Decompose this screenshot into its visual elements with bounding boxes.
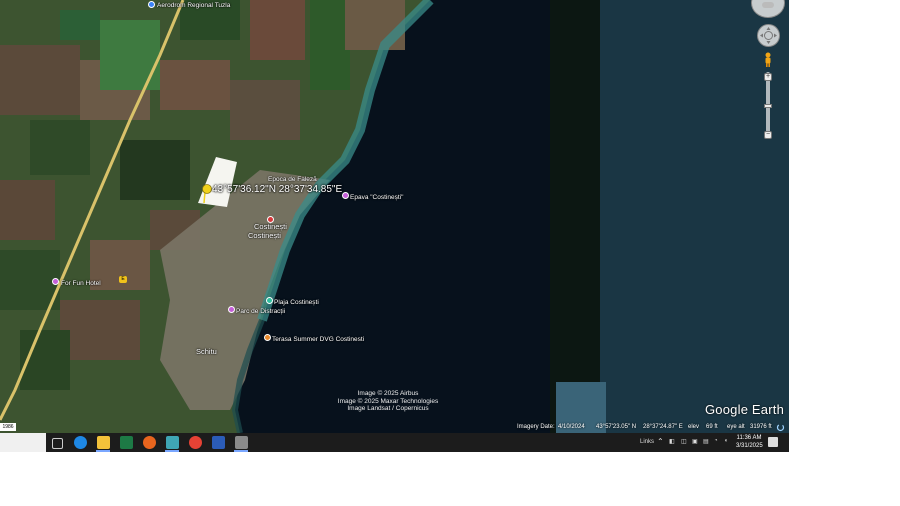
google-earth-icon[interactable] <box>235 436 248 449</box>
earth-map-view[interactable]: Aerodrom Regional Tuzla Epava "Costineșt… <box>0 0 789 433</box>
elevation-label: elev <box>688 424 700 430</box>
road-sign-icon: E <box>119 276 127 283</box>
active-app-indicator <box>234 450 248 452</box>
google-earth-logo: Google Earth <box>705 402 785 417</box>
zoom-out-button[interactable]: − <box>764 131 772 139</box>
look-joystick[interactable] <box>751 0 785 18</box>
zoom-slider-handle[interactable] <box>764 104 772 108</box>
label-costinesti-2[interactable]: Costinești <box>248 231 281 240</box>
street-view-pegman-icon[interactable] <box>763 52 773 68</box>
word-icon[interactable] <box>212 436 225 449</box>
label-plaja[interactable]: Plaja Costinești <box>274 299 319 306</box>
imagery-credits: Image © 2025 Airbus Image © 2025 Maxar T… <box>333 390 443 413</box>
beach-pin-icon[interactable] <box>266 297 273 304</box>
streaming-indicator-icon <box>776 423 785 432</box>
chrome-icon[interactable] <box>189 436 202 449</box>
wifi-icon[interactable]: ◔ <box>714 438 718 444</box>
volume-icon[interactable]: ◖ <box>724 438 728 444</box>
screen: Aerodrom Regional Tuzla Epava "Costineșt… <box>0 0 789 452</box>
move-joystick[interactable] <box>757 24 780 47</box>
label-costinesti-1[interactable]: Costinești <box>254 222 287 231</box>
satellite-imagery <box>0 0 789 433</box>
edge-icon[interactable] <box>74 436 87 449</box>
park-pin-icon[interactable] <box>228 306 235 313</box>
search-box[interactable] <box>0 433 46 452</box>
clock[interactable]: 11:36 AM 3/31/2025 <box>736 434 763 450</box>
elevation: 69 ft <box>706 424 718 430</box>
label-terasa[interactable]: Terasa Summer DVG Costinesti <box>272 336 364 343</box>
taskbar: Links ⌃ ◧ ◫ ▣ ▤ ◔ ◖ 11:36 AM 3/31/2025 <box>0 433 789 452</box>
notifications-icon[interactable] <box>768 437 778 447</box>
excel-icon[interactable] <box>120 436 133 449</box>
credit-line-2: Image © 2025 Maxar Technologies <box>337 397 439 405</box>
firefox-icon[interactable] <box>143 436 156 449</box>
longitude: 28°37'24.87" E <box>643 424 683 430</box>
links-toolbar[interactable]: Links <box>640 439 654 445</box>
label-aerodrom[interactable]: Aerodrom Regional Tuzla <box>157 2 230 9</box>
credit-line-3: Image Landsat / Copernicus <box>347 405 429 412</box>
label-forfun[interactable]: For Fun Hotel <box>61 280 101 287</box>
credit-line-1: Image © 2025 Airbus <box>357 390 419 397</box>
tray-icon-2[interactable]: ◫ <box>681 438 687 445</box>
status-bar: Imagery Date: 4/10/2024 43°57'23.05" N 2… <box>0 423 789 433</box>
label-parc[interactable]: Parc de Distracții <box>236 308 285 315</box>
latitude: 43°57'23.05" N <box>596 424 637 430</box>
restaurant-pin-icon[interactable] <box>264 334 271 341</box>
file-explorer-icon[interactable] <box>97 436 110 449</box>
zoom-in-button[interactable]: + <box>764 73 772 81</box>
clock-time: 11:36 AM <box>736 435 762 441</box>
label-epava[interactable]: Epava "Costinești" <box>350 194 403 201</box>
eye-altitude: 31976 ft <box>750 424 772 430</box>
tray-icon-1[interactable]: ◧ <box>669 438 675 445</box>
placemark-coordinates[interactable]: 43°57'36.12"N 28°37'34.85"E <box>212 184 342 195</box>
active-app-indicator <box>165 450 179 452</box>
poi-pin-icon[interactable] <box>342 192 349 199</box>
label-schitu[interactable]: Schitu <box>196 347 217 356</box>
eye-alt-label: eye alt <box>727 424 745 430</box>
imagery-date-label: Imagery Date: <box>517 424 555 430</box>
imagery-date: 4/10/2024 <box>558 424 585 430</box>
chevron-up-icon[interactable]: ⌃ <box>657 437 664 446</box>
active-app-indicator <box>96 450 110 452</box>
label-epoca[interactable]: Epoca de Faleză <box>268 176 317 183</box>
hotel-pin-icon[interactable] <box>52 278 59 285</box>
network-icon[interactable]: ▤ <box>703 438 709 445</box>
task-view-icon[interactable] <box>52 438 63 449</box>
move-arrows-icon <box>760 27 777 44</box>
clock-date: 3/31/2025 <box>736 443 763 449</box>
airport-pin-icon[interactable] <box>148 1 155 8</box>
tray-icon-3[interactable]: ▣ <box>692 438 698 445</box>
app-icon[interactable] <box>166 436 179 449</box>
